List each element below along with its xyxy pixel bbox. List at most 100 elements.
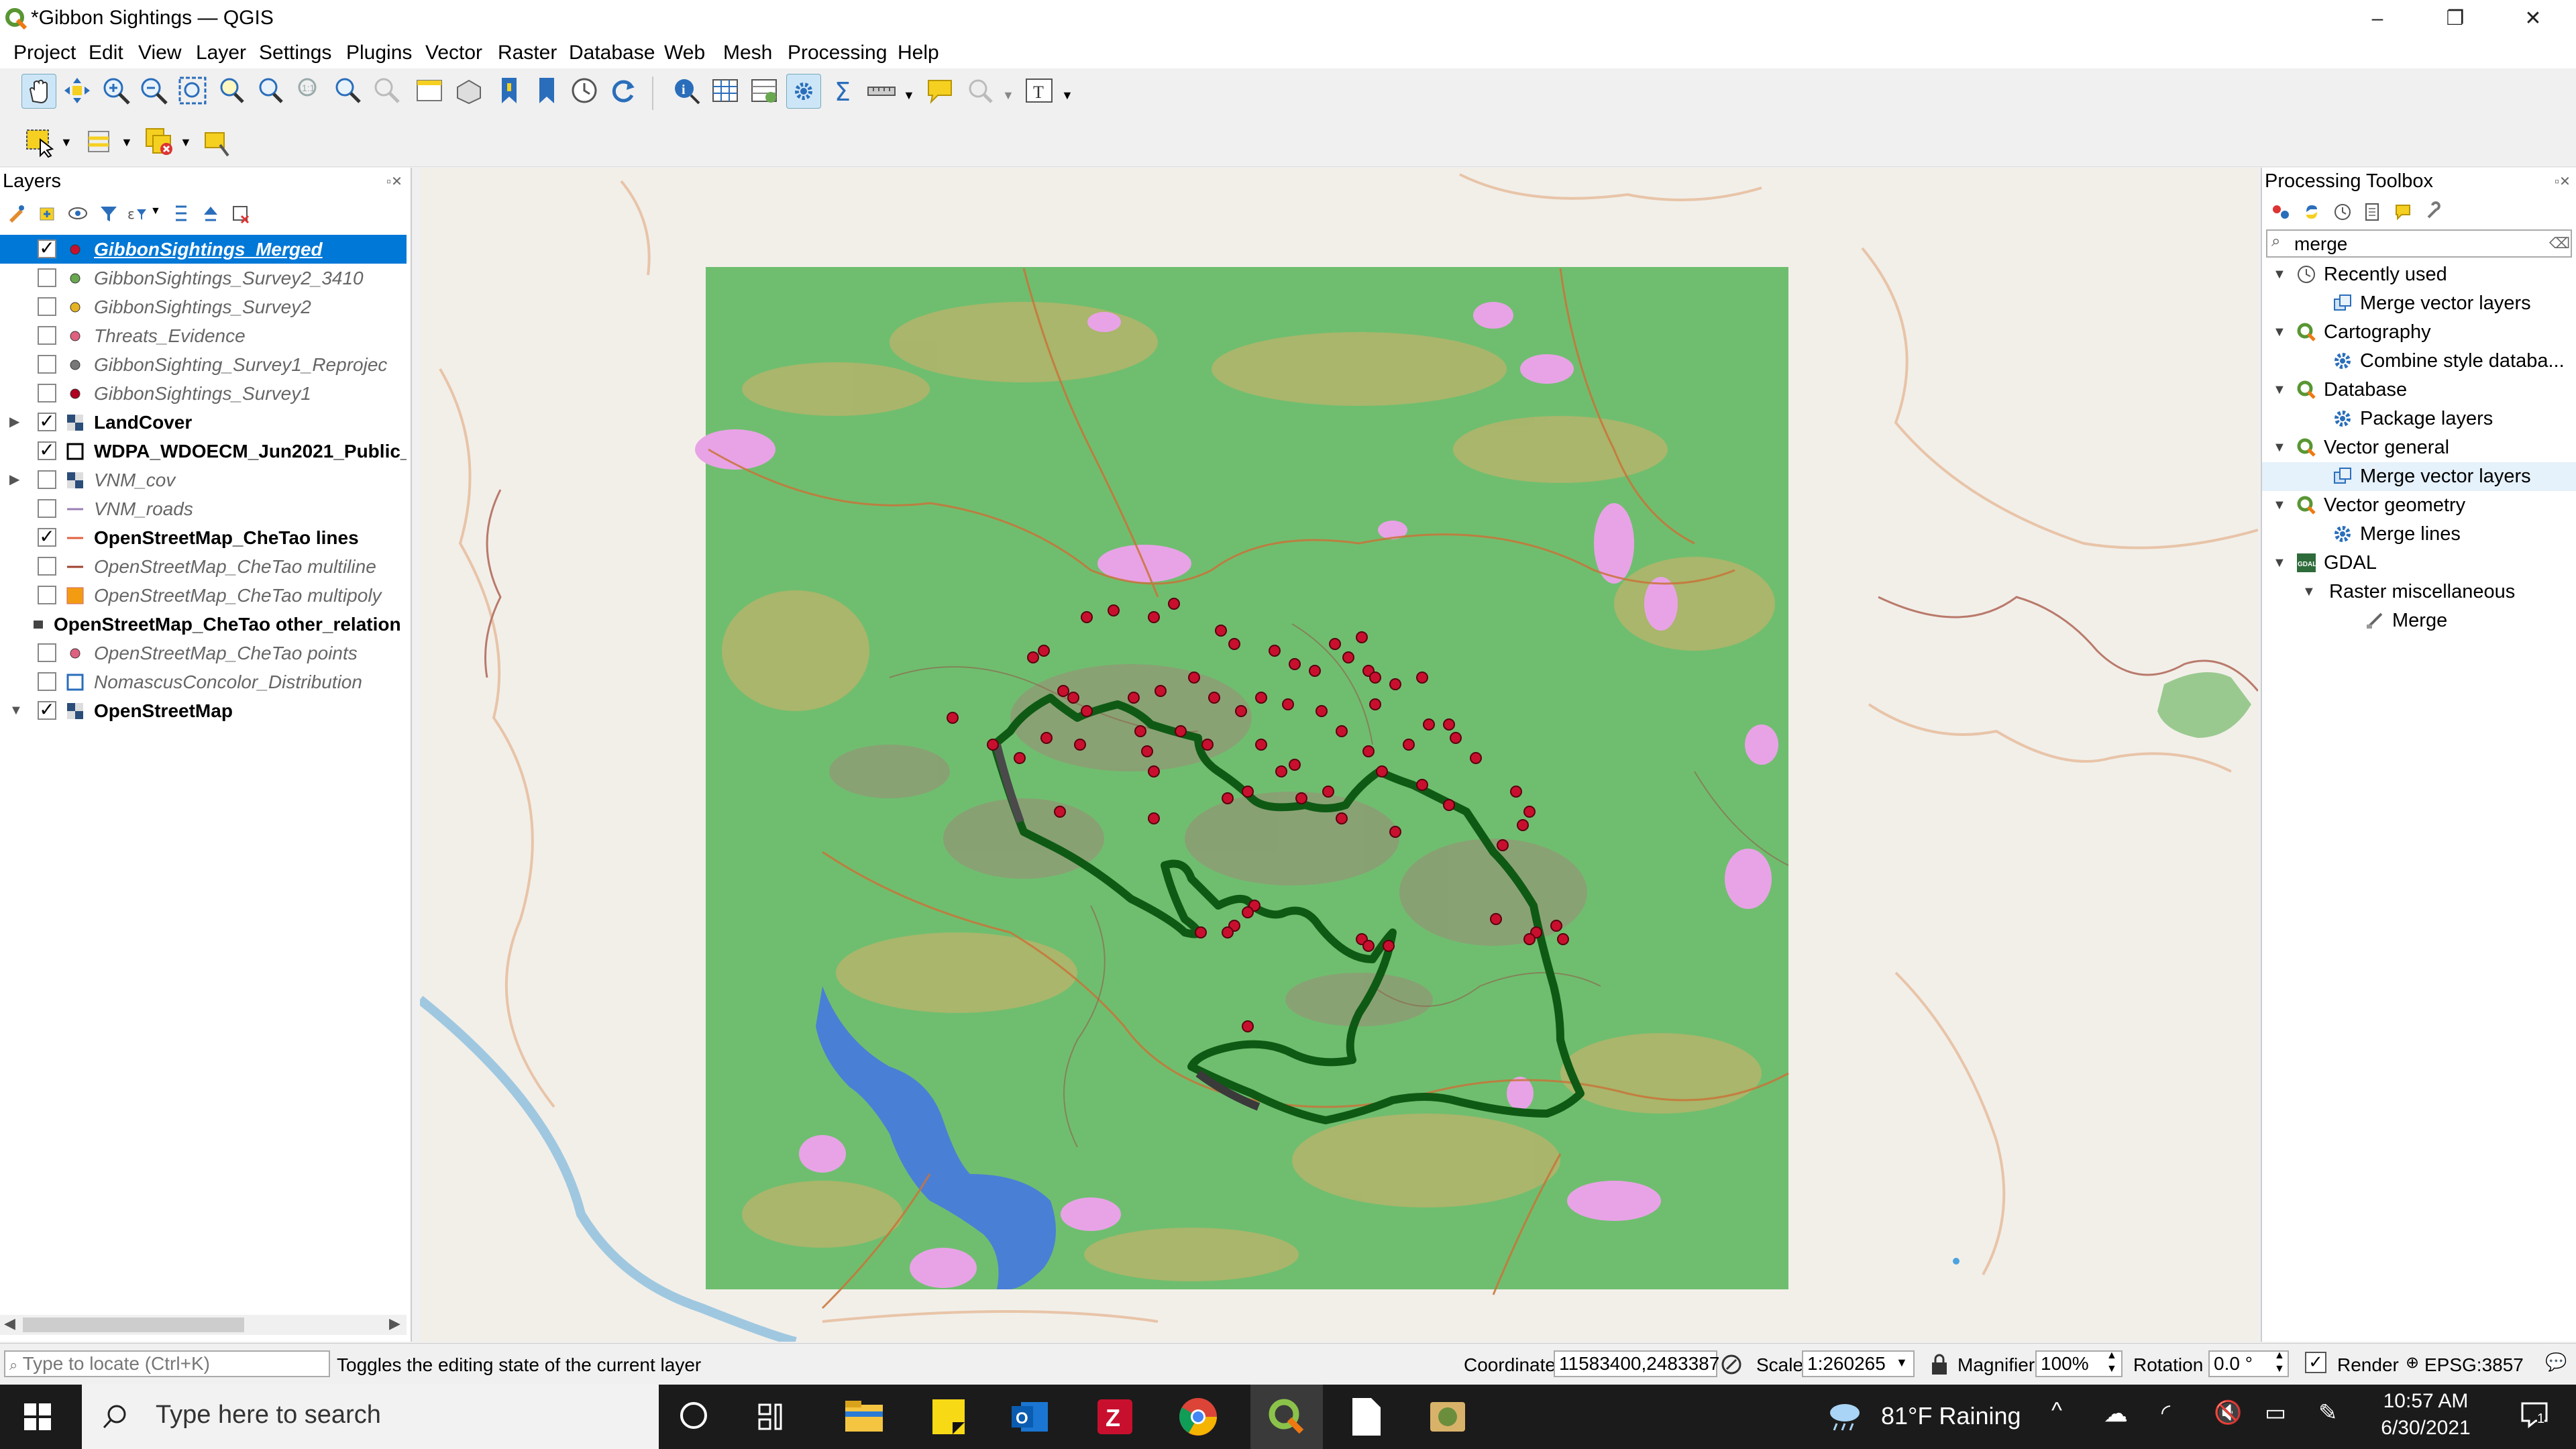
toolbox-group[interactable]: ▼ Vector general (2262, 433, 2576, 462)
sighting-point[interactable] (1376, 765, 1388, 777)
layer-visibility-checkbox[interactable] (38, 499, 56, 518)
sighting-point[interactable] (1369, 672, 1381, 684)
clock[interactable]: 10:57 AM 6/30/2021 (2359, 1390, 2493, 1440)
menu-edit[interactable]: Edit (89, 42, 123, 64)
layer-visibility-checkbox[interactable] (38, 470, 56, 489)
toggle-extents-icon[interactable] (1720, 1353, 1743, 1376)
layer-row[interactable]: OpenStreetMap_CheTao points (0, 639, 407, 667)
sighting-point[interactable] (1228, 638, 1240, 650)
sighting-point[interactable] (1235, 705, 1247, 717)
toolbox-item[interactable]: Package layers (2262, 405, 2576, 433)
menu-processing[interactable]: Processing (788, 42, 887, 64)
sighting-point[interactable] (1134, 725, 1146, 737)
sighting-point[interactable] (1057, 685, 1069, 697)
collapse-arrow-icon[interactable]: ▼ (2302, 578, 2316, 606)
zoom-next-icon[interactable] (370, 74, 404, 107)
menu-project[interactable]: Project (13, 42, 76, 64)
sighting-point[interactable] (1148, 812, 1160, 824)
toolbox-item[interactable]: Combine style databa... (2262, 347, 2576, 376)
layer-row[interactable]: OpenStreetMap_CheTao other_relation (0, 610, 407, 639)
coordinate-field[interactable]: 11583400,2483387 (1554, 1350, 1719, 1377)
collapse-arrow-icon[interactable]: ▼ (2273, 260, 2286, 289)
refresh-icon[interactable] (606, 74, 640, 107)
chrome-icon[interactable] (1175, 1394, 1221, 1440)
sighting-point[interactable] (1148, 611, 1160, 623)
sighting-point[interactable] (1523, 806, 1536, 818)
zoom-out-icon[interactable] (137, 74, 170, 107)
collapse-all-icon[interactable] (200, 203, 221, 224)
render-checkbox[interactable]: ✓ (2305, 1352, 2326, 1373)
sighting-point[interactable] (1040, 732, 1053, 744)
sighting-point[interactable] (1128, 692, 1140, 704)
sighting-point[interactable] (1517, 819, 1529, 831)
document-icon[interactable] (1343, 1394, 1389, 1440)
chevron-down-icon[interactable]: ▼ (60, 136, 72, 150)
layer-row[interactable]: ✓ WDPA_WDOECM_Jun2021_Public_ (0, 437, 407, 466)
sighting-point[interactable] (1497, 839, 1509, 851)
layer-row[interactable]: ▶ VNM_cov (0, 466, 407, 494)
sighting-point[interactable] (1362, 745, 1375, 757)
sighting-point[interactable] (1074, 739, 1086, 751)
add-group-icon[interactable] (36, 203, 58, 224)
sighting-point[interactable] (1289, 759, 1301, 771)
sighting-point[interactable] (1416, 779, 1428, 791)
sighting-point[interactable] (1054, 806, 1066, 818)
sighting-point[interactable] (1322, 786, 1334, 798)
sighting-point[interactable] (1282, 698, 1294, 710)
sighting-point[interactable] (1215, 625, 1227, 637)
filter-by-expression-icon[interactable]: ε (126, 203, 148, 224)
toolbox-item[interactable]: ▼ Raster miscellaneous (2262, 578, 2576, 606)
zotero-icon[interactable]: Z (1092, 1394, 1138, 1440)
new-map-view-icon[interactable] (413, 74, 447, 107)
menu-raster[interactable]: Raster (498, 42, 557, 64)
sighting-point[interactable] (1295, 792, 1307, 804)
close-button[interactable]: ✕ (2496, 3, 2571, 35)
layer-row[interactable]: Threats_Evidence (0, 321, 407, 350)
layer-row[interactable]: ✓ OpenStreetMap_CheTao lines (0, 523, 407, 552)
identify-features-icon[interactable]: i (669, 74, 703, 107)
chevron-down-icon[interactable]: ▼ (1896, 1356, 1908, 1370)
sighting-point[interactable] (1523, 933, 1536, 945)
statistics-sigma-icon[interactable]: Σ (826, 74, 860, 107)
wifi-icon[interactable]: ◜ (2161, 1399, 2170, 1426)
task-view-icon[interactable] (758, 1402, 790, 1432)
layer-row[interactable]: VNM_roads (0, 494, 407, 523)
sighting-point[interactable] (1168, 598, 1180, 610)
sighting-point[interactable] (1443, 718, 1455, 731)
layer-visibility-checkbox[interactable] (38, 384, 56, 402)
weather-cloud-rain-icon[interactable] (1825, 1399, 1865, 1433)
open-layer-styling-icon[interactable] (5, 203, 27, 224)
sighting-point[interactable] (1222, 926, 1234, 938)
sighting-point[interactable] (1383, 940, 1395, 952)
sighting-point[interactable] (1329, 638, 1341, 650)
scroll-right-icon[interactable]: ▶ (389, 1315, 400, 1332)
zoom-to-selection-icon[interactable] (215, 74, 248, 107)
layer-visibility-checkbox[interactable] (38, 355, 56, 374)
chevron-down-icon[interactable]: ▼ (1061, 89, 1073, 103)
locator-disabled-icon[interactable] (963, 74, 997, 107)
weather-text[interactable]: 81°F Raining (1881, 1402, 2021, 1430)
spatial-bookmark-icon[interactable] (492, 74, 526, 107)
lock-scale-icon[interactable] (1929, 1353, 1949, 1376)
layer-row[interactable]: OpenStreetMap_CheTao multiline (0, 552, 407, 581)
menu-view[interactable]: View (138, 42, 181, 64)
sighting-point[interactable] (1275, 765, 1287, 777)
sighting-point[interactable] (1342, 651, 1354, 663)
zoom-last-icon[interactable] (331, 74, 365, 107)
layer-row[interactable]: ▼ ✓ OpenStreetMap (0, 696, 407, 725)
sighting-point[interactable] (1242, 786, 1254, 798)
sighting-point[interactable] (1081, 611, 1093, 623)
filter-legend-icon[interactable] (98, 203, 119, 224)
sighting-point[interactable] (1188, 672, 1200, 684)
chevron-down-icon[interactable]: ▼ (903, 89, 915, 103)
menu-plugins[interactable]: Plugins (346, 42, 412, 64)
layer-visibility-checkbox[interactable] (38, 268, 56, 287)
layer-visibility-checkbox[interactable] (38, 557, 56, 576)
layer-visibility-checkbox[interactable] (38, 326, 56, 345)
toolbox-item[interactable]: Merge vector layers (2262, 462, 2576, 491)
collapse-arrow-icon[interactable]: ▼ (2273, 318, 2286, 347)
sighting-point[interactable] (1316, 705, 1328, 717)
zoom-to-layer-icon[interactable] (254, 74, 287, 107)
panel-float-close-icon[interactable]: ▫✕ (2555, 173, 2571, 190)
sighting-point[interactable] (1108, 604, 1120, 616)
